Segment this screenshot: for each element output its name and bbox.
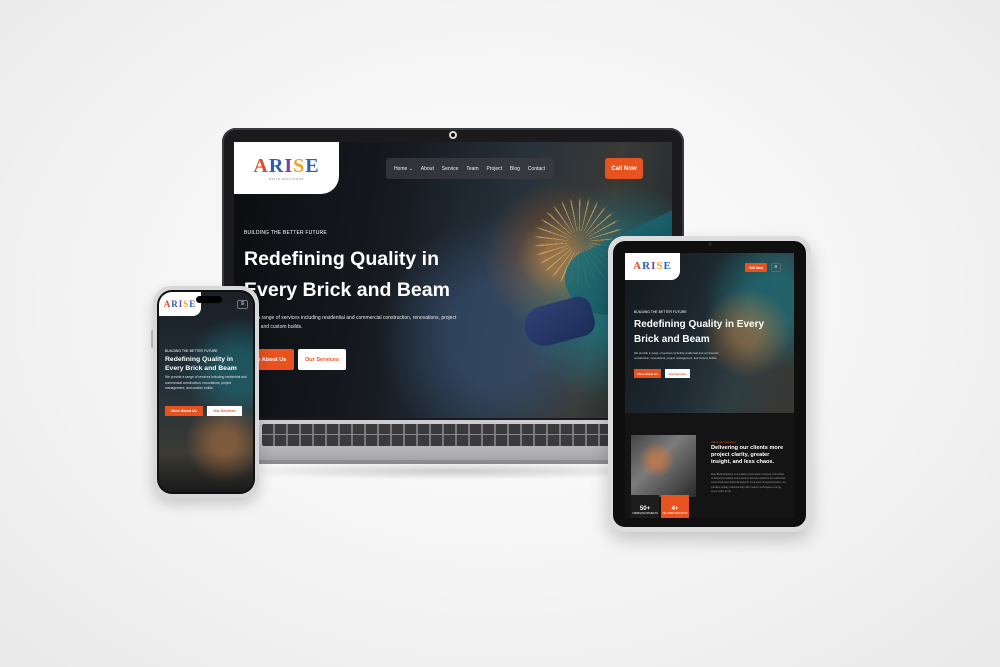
nav-item-blog[interactable]: Blog bbox=[510, 166, 520, 172]
stat-label: ON-GOING PROJECTS bbox=[662, 512, 688, 515]
nav-item-home[interactable]: Home ⌄ bbox=[394, 166, 413, 172]
construction-workers-image bbox=[631, 435, 696, 497]
main-nav: Home ⌄ About Service Team Project Blog C… bbox=[386, 158, 553, 179]
our-services-button[interactable]: Our Services bbox=[298, 349, 346, 370]
phone-mockup: ARISE ≡ BUILDING THE BETTER FUTURE Redef… bbox=[153, 286, 259, 498]
our-services-button[interactable]: Our Services bbox=[207, 406, 242, 416]
dynamic-island bbox=[196, 296, 222, 303]
stat-ongoing-projects: 4+ ON-GOING PROJECTS bbox=[661, 495, 689, 518]
hero-description: We provide a range of services including… bbox=[634, 351, 719, 360]
phone-screen: ARISE ≡ BUILDING THE BETTER FUTURE Redef… bbox=[159, 292, 253, 492]
nav-item-about[interactable]: About bbox=[421, 166, 434, 172]
about-section: 50+ COMPLETE PROJECTS 4+ ON-GOING PROJEC… bbox=[625, 413, 794, 518]
logo-tagline: BUILD SOLUTIONS bbox=[269, 176, 304, 181]
logo-wordmark: ARISE bbox=[633, 260, 672, 272]
hero-eyebrow: BUILDING THE BETTER FUTURE bbox=[634, 310, 687, 314]
phone-bezel: ARISE ≡ BUILDING THE BETTER FUTURE Redef… bbox=[157, 290, 255, 494]
keyboard-divider bbox=[262, 434, 644, 435]
logo[interactable]: ARISE BUILD SOLUTIONS bbox=[234, 142, 339, 194]
nav-item-contact[interactable]: Contact bbox=[528, 166, 545, 172]
about-description: Rise Build Solutions is a leading constr… bbox=[711, 473, 786, 493]
nav-item-service[interactable]: Service bbox=[442, 166, 459, 172]
hero-section: ARISE Call Now ≡ BUILDING THE BETTER FUT… bbox=[625, 253, 794, 413]
laptop-keyboard bbox=[262, 424, 644, 446]
hero-description: ovide a range of services including resi… bbox=[244, 315, 457, 330]
logo-wordmark: ARISE bbox=[253, 154, 320, 177]
logo[interactable]: ARISE bbox=[159, 292, 201, 316]
hamburger-menu-icon[interactable]: ≡ bbox=[237, 300, 248, 309]
hero-eyebrow: BUILDING THE BETTER FUTURE bbox=[165, 349, 218, 353]
call-now-button[interactable]: Call Now bbox=[745, 263, 767, 272]
tablet-mockup: ARISE Call Now ≡ BUILDING THE BETTER FUT… bbox=[608, 236, 811, 532]
about-tag: About our Company bbox=[711, 440, 736, 444]
stat-value: 4+ bbox=[671, 505, 679, 512]
logo-wordmark: ARISE bbox=[163, 298, 197, 309]
about-title: Delivering our clients more project clar… bbox=[711, 445, 784, 465]
hero-description: We provide a range of services including… bbox=[165, 375, 247, 390]
camera-icon bbox=[708, 242, 712, 246]
camera-icon bbox=[449, 131, 457, 139]
hero-eyebrow: BUILDING THE BETTER FUTURE bbox=[244, 230, 327, 236]
hero-title: Redefining Quality in Every Brick and Be… bbox=[244, 248, 450, 301]
more-about-us-button[interactable]: More About Us bbox=[634, 369, 661, 378]
call-now-button[interactable]: Call Now bbox=[605, 158, 643, 179]
stat-value: 50+ bbox=[639, 505, 651, 512]
more-about-us-button[interactable]: More About Us bbox=[165, 406, 203, 416]
hero-title: Redefining Quality in Every Brick and Be… bbox=[165, 356, 237, 372]
stat-complete-projects: 50+ COMPLETE PROJECTS bbox=[631, 495, 659, 518]
tablet-screen: ARISE Call Now ≡ BUILDING THE BETTER FUT… bbox=[625, 253, 794, 518]
logo[interactable]: ARISE bbox=[625, 253, 680, 280]
nav-item-project[interactable]: Project bbox=[486, 166, 502, 172]
laptop-screen: ARISE BUILD SOLUTIONS Home ⌄ About Servi… bbox=[234, 142, 672, 418]
worker-glove-image bbox=[520, 293, 598, 351]
hamburger-menu-icon[interactable]: ≡ bbox=[771, 263, 781, 272]
our-services-button[interactable]: Our Services bbox=[665, 369, 690, 378]
stat-label: COMPLETE PROJECTS bbox=[632, 512, 658, 515]
tablet-bezel: ARISE Call Now ≡ BUILDING THE BETTER FUT… bbox=[613, 241, 806, 527]
nav-item-team[interactable]: Team bbox=[466, 166, 478, 172]
hero-title: Redefining Quality in Every Brick and Be… bbox=[634, 319, 765, 345]
chevron-down-icon: ⌄ bbox=[408, 165, 413, 172]
